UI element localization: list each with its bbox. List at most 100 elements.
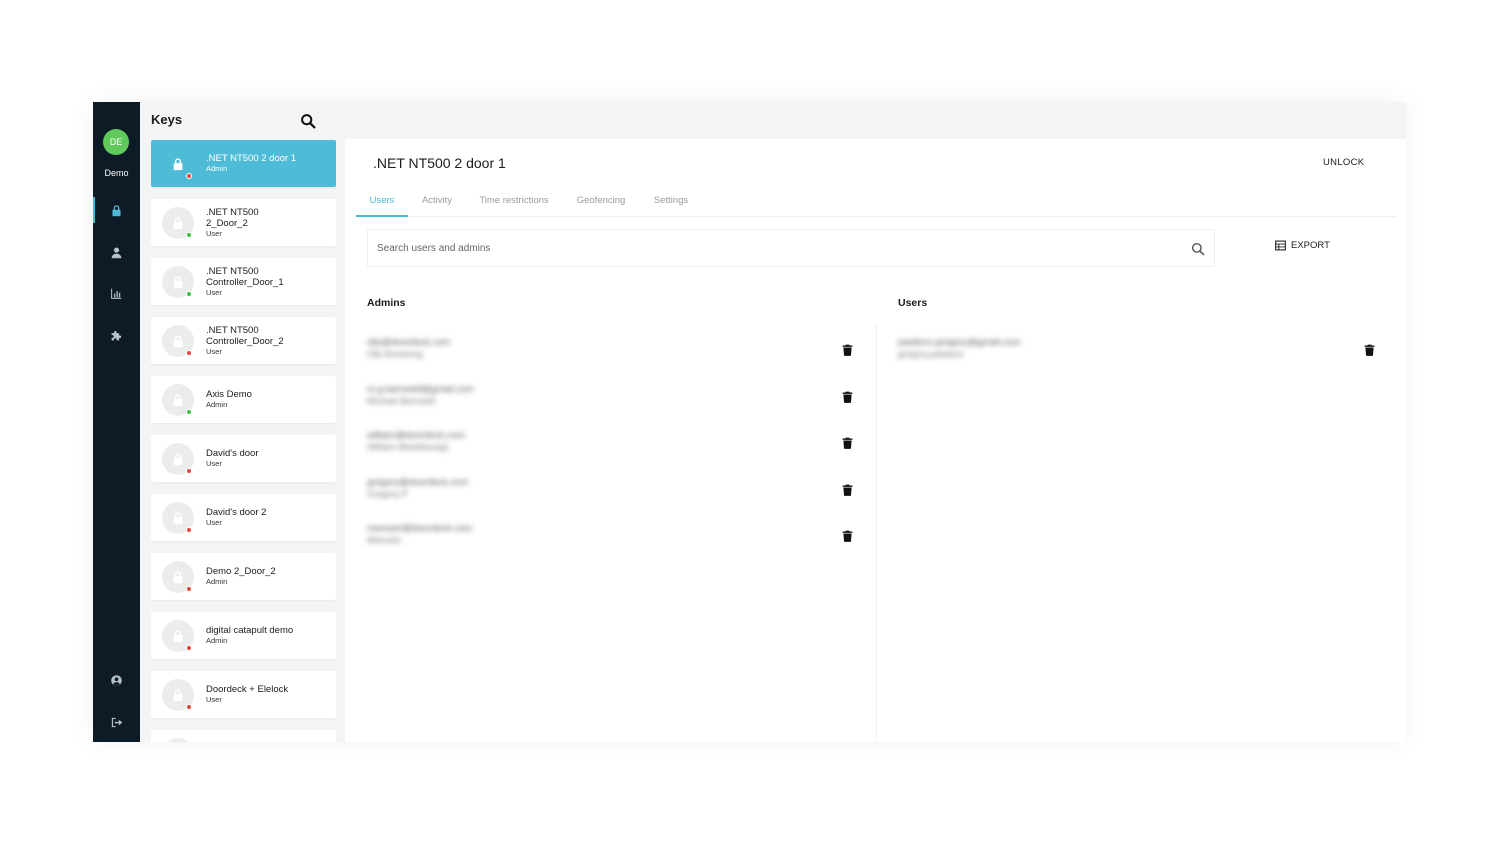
key-card[interactable]: [151, 730, 336, 742]
trash-icon[interactable]: [842, 530, 853, 542]
status-dot: [186, 291, 192, 297]
key-text: .NET NT500 Controller_Door_1 User: [206, 258, 330, 305]
key-name: Axis Demo: [206, 389, 252, 400]
lock-icon: [173, 158, 183, 171]
trash-icon[interactable]: [842, 437, 853, 449]
user-name: Demo: [104, 168, 129, 178]
trash-icon[interactable]: [842, 484, 853, 496]
key-text: David's door User: [206, 435, 330, 482]
key-text: .NET NT500 2_Door_2 User: [206, 199, 330, 246]
member-search: [367, 229, 1215, 267]
key-name: David's door: [206, 448, 259, 459]
key-card[interactable]: .NET NT500 2 door 1 Admin: [151, 140, 336, 187]
key-role: User: [206, 228, 222, 238]
member-name: Michael Barnwell: [367, 395, 436, 406]
tab-time-restrictions[interactable]: Time restrictions: [474, 185, 554, 217]
key-name: .NET NT500 2_Door_2: [206, 206, 259, 229]
member-email: william@doordeck.com: [367, 430, 465, 441]
status-dot: [186, 173, 192, 179]
logout-icon: [111, 717, 123, 727]
door-detail-panel: .NET NT500 2 door 1 UNLOCK Users Activit…: [345, 139, 1406, 742]
member-email: m.g.barnwell@gmail.com: [367, 383, 474, 395]
member-email: pawlens.gregory@gmail.com: [898, 337, 1021, 348]
trash-icon[interactable]: [842, 391, 853, 403]
trash-icon[interactable]: [842, 344, 853, 356]
tab-activity[interactable]: Activity: [414, 185, 460, 217]
search-icon[interactable]: [300, 113, 316, 129]
key-text: Doordeck + Elelock User: [206, 671, 330, 718]
key-role: User: [206, 346, 222, 356]
nav-rail: DE Demo: [93, 102, 140, 742]
key-role: User: [206, 459, 222, 468]
lock-icon: [173, 335, 183, 348]
member-email: mansani@doordeck.com: [367, 523, 473, 534]
member-name: William Blankbourgh: [367, 442, 450, 452]
export-button[interactable]: EXPORT: [1275, 240, 1330, 251]
status-dot: [186, 409, 192, 415]
keys-list: .NET NT500 2 door 1 Admin .NET NT500 2_Doo…: [151, 140, 336, 742]
key-name: Demo 2_Door_2: [206, 566, 276, 577]
key-card[interactable]: Demo 2_Door_2 Admin: [151, 553, 336, 600]
user-avatar[interactable]: DE: [103, 129, 129, 155]
trash-icon[interactable]: [1364, 344, 1375, 356]
key-name: Doordeck + Elelock: [206, 684, 289, 695]
key-text: David's door 2 User: [206, 494, 330, 541]
status-dot: [186, 527, 192, 533]
key-name: .NET NT500 2 door 1: [206, 153, 297, 164]
nav-logout-button[interactable]: [93, 709, 140, 735]
key-card[interactable]: .NET NT500 Controller_Door_2 User: [151, 317, 336, 364]
status-dot: [186, 232, 192, 238]
nav-keys-button[interactable]: [93, 197, 140, 223]
key-card[interactable]: Axis Demo Admin: [151, 376, 336, 423]
member-name: gregory.pawlens: [898, 349, 964, 359]
lock-icon: [173, 217, 183, 230]
member-search-input[interactable]: [368, 230, 1214, 266]
key-text: .NET NT500 Controller_Door_2 User: [206, 317, 330, 364]
door-tabs: Users Activity Time restrictions Geofenc…: [356, 185, 1396, 217]
member-row: m.g.barnwell@gmail.com Michael Barnwell: [367, 384, 856, 414]
lock-icon: [173, 689, 183, 702]
key-role: Admin: [206, 577, 228, 586]
key-name: .NET NT500 Controller_Door_2: [206, 324, 284, 347]
key-role: User: [206, 695, 222, 704]
key-name: David's door 2: [206, 507, 267, 518]
lock-icon: [173, 571, 183, 584]
nav-integrations-button[interactable]: [93, 322, 140, 348]
tab-geofencing[interactable]: Geofencing: [570, 185, 632, 217]
key-text: .NET NT500 2 door 1 Admin: [206, 140, 330, 187]
member-email: gregory@doordeck.com: [367, 476, 469, 488]
key-card[interactable]: .NET NT500 2_Door_2 User: [151, 199, 336, 246]
nav-account-button[interactable]: [93, 667, 140, 693]
member-row: william@doordeck.com William Blankbourgh: [367, 430, 856, 460]
key-card[interactable]: digital catapult demo Admin: [151, 612, 336, 659]
door-title: .NET NT500 2 door 1: [373, 155, 506, 171]
key-card[interactable]: .NET NT500 Controller_Door_1 User: [151, 258, 336, 305]
lock-icon: [173, 394, 183, 407]
nav-reports-button[interactable]: [93, 280, 140, 306]
nav-users-button[interactable]: [93, 239, 140, 265]
key-text: Demo 2_Door_2 Admin: [206, 553, 330, 600]
lock-icon: [173, 276, 183, 289]
lock-icon: [173, 453, 183, 466]
lock-icon: [173, 512, 183, 525]
account-circle-icon: [111, 674, 122, 686]
column-divider: [876, 324, 877, 742]
key-card[interactable]: David's door 2 User: [151, 494, 336, 541]
key-role: Admin: [206, 636, 228, 645]
key-text: digital catapult demo Admin: [206, 612, 330, 659]
status-dot: [186, 704, 192, 710]
tab-settings[interactable]: Settings: [646, 185, 696, 217]
key-role: User: [206, 287, 222, 297]
app-window: DE Demo Keys .NET NT500 2 door 1 Admin .NE…: [93, 102, 1406, 742]
unlock-button[interactable]: UNLOCK: [1323, 157, 1364, 168]
key-name: .NET NT500 Controller_Door_1: [206, 265, 284, 288]
key-card[interactable]: David's door User: [151, 435, 336, 482]
key-card[interactable]: Doordeck + Elelock User: [151, 671, 336, 718]
search-icon[interactable]: [1191, 242, 1205, 256]
member-name: Olly Browning: [367, 349, 423, 359]
key-role: User: [206, 518, 222, 527]
tab-users[interactable]: Users: [356, 185, 408, 217]
user-icon: [111, 246, 122, 258]
status-dot: [186, 645, 192, 651]
member-name: Mansani: [367, 535, 402, 545]
